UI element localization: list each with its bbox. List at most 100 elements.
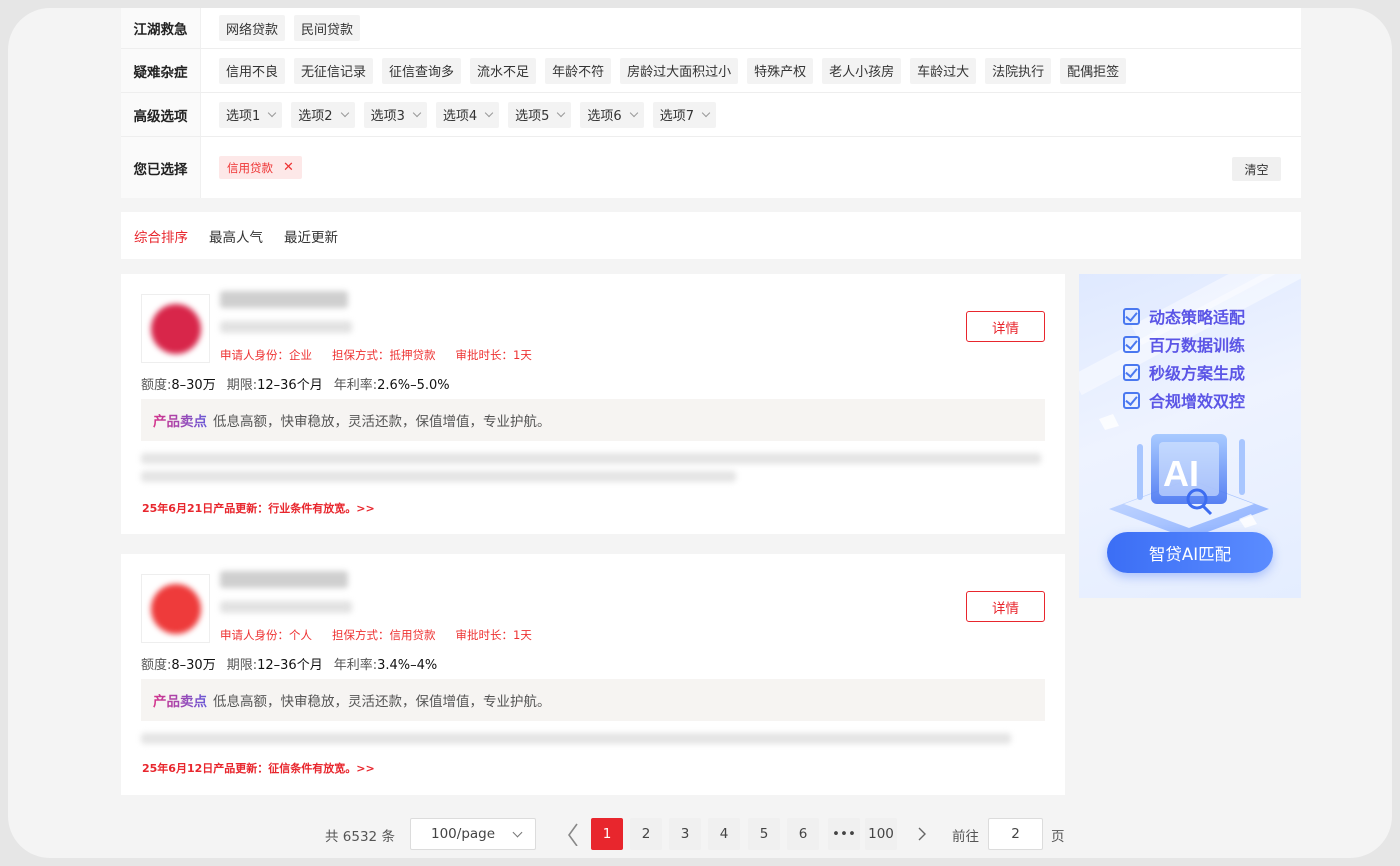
selling-points-text: 低息高额，快审稳放，灵活还款，保值增值，专业护航。	[213, 694, 551, 710]
filter-option[interactable]: 征信查询多	[382, 57, 462, 84]
detail-button[interactable]: 详情	[966, 311, 1045, 342]
term-value: 3.4%–4%	[377, 658, 438, 673]
selling-points-label: 产品卖点	[153, 410, 207, 430]
filter-option[interactable]: 选项1	[219, 101, 283, 128]
filter-options: 网络贷款 民间贷款	[219, 8, 361, 48]
ad-feature-label: 合规增效双控	[1149, 392, 1246, 411]
product-terms: 额度:8–30万 期限:12–36个月 年利率:3.4%–4%	[141, 654, 437, 673]
term-value: 8–30万	[171, 378, 216, 393]
page-button[interactable]: 1	[591, 818, 623, 850]
selected-label: 您已选择	[121, 137, 201, 198]
logo-image	[150, 583, 201, 634]
description-redacted	[141, 453, 1041, 464]
filter-option[interactable]: 民间贷款	[294, 15, 361, 41]
filter-option-label: 车龄过大	[917, 65, 970, 80]
ai-match-button[interactable]: 智贷AI匹配	[1107, 532, 1273, 573]
next-page-button[interactable]	[906, 818, 938, 850]
filter-option[interactable]: 房龄过大面积过小	[620, 57, 739, 84]
filter-option[interactable]: 法院执行	[985, 57, 1052, 84]
filter-row-label: 高级选项	[121, 93, 201, 136]
sort-bar: 综合排序 最高人气 最近更新	[121, 212, 1301, 259]
filter-option[interactable]: 选项4	[435, 101, 500, 128]
sort-option[interactable]: 最高人气	[209, 226, 263, 246]
filter-option-label: 民间贷款	[301, 22, 354, 38]
term-value: 12–36个月	[257, 658, 323, 673]
filter-option[interactable]: 流水不足	[470, 57, 537, 84]
page-button[interactable]: 2	[630, 818, 662, 850]
goto-page-input[interactable]	[988, 818, 1043, 850]
filter-option-label: 特殊产权	[754, 65, 807, 80]
sort-option[interactable]: 综合排序	[134, 226, 188, 246]
ai-match-ad[interactable]: 动态策略适配 百万数据训练 秒级方案生成 合规增效双控 AI 智贷AI匹配	[1079, 274, 1301, 598]
filter-row: 高级选项 选项1 选项2 选项3 选项4 选项5 选项6 选项7	[121, 93, 1301, 137]
filter-option[interactable]: 网络贷款	[219, 15, 286, 41]
term-value: 2.6%–5.0%	[377, 378, 450, 393]
selected-tag-label: 信用贷款	[227, 160, 273, 175]
page-ellipsis[interactable]: •••	[828, 818, 860, 850]
filter-row-label: 江湖救急	[121, 8, 201, 48]
filter-option[interactable]: 选项3	[363, 101, 427, 128]
product-card: 申请人身份：企业 担保方式：抵押贷款 审批时长：1天 额度:8–30万 期限:12–36…	[121, 274, 1065, 534]
filter-options: 信用不良 无征信记录 征信查询多 流水不足 年龄不符 房龄过大面积过小 特殊产权 老人小孩房 车…	[219, 49, 1127, 92]
product-logo	[141, 294, 210, 363]
selling-points-text: 低息高额，快审稳放，灵活还款，保值增值，专业护航。	[213, 414, 551, 430]
filter-option[interactable]: 车龄过大	[910, 57, 977, 84]
chevron-down-icon	[484, 108, 494, 117]
prev-page-button[interactable]	[557, 818, 589, 850]
filter-option-label: 网络贷款	[226, 22, 279, 38]
filter-option[interactable]: 选项7	[652, 101, 716, 128]
selected-tags: 信用贷款 ✕	[219, 137, 302, 198]
product-logo	[141, 574, 210, 643]
checkbox-icon	[1123, 391, 1140, 409]
chevron-down-icon	[412, 108, 422, 117]
product-meta: 申请人身份：企业 担保方式：抵押贷款 审批时长：1天	[220, 347, 532, 363]
close-icon[interactable]: ✕	[283, 160, 294, 175]
page-size-select[interactable]: 100/page	[410, 818, 536, 850]
filter-option[interactable]: 选项2	[291, 101, 355, 128]
filter-option[interactable]: 年龄不符	[545, 57, 612, 84]
description-redacted	[141, 733, 1011, 744]
filter-panel: 江湖救急 网络贷款 民间贷款疑难杂症 信用不良 无征信记录 征信查询多 流水不足 年龄不符 房龄…	[121, 8, 1301, 198]
filter-option[interactable]: 无征信记录	[294, 57, 374, 84]
update-notice[interactable]: 25年6月21日产品更新：行业条件有放宽。>>	[142, 500, 375, 516]
meta-item: 审批时长：1天	[455, 348, 532, 362]
filter-option-label: 选项7	[659, 109, 694, 124]
pagination: 共 6532 条 100/page 123456 •••100 前往 页	[8, 818, 1392, 850]
ad-feature: 百万数据训练	[1123, 332, 1245, 356]
clear-button[interactable]: 清空	[1232, 157, 1281, 181]
selected-tag[interactable]: 信用贷款 ✕	[219, 156, 302, 179]
page-button[interactable]: 5	[748, 818, 780, 850]
sort-option[interactable]: 最近更新	[284, 226, 338, 246]
filter-row-label: 疑难杂症	[121, 49, 201, 92]
page-button[interactable]: 100	[865, 818, 897, 850]
logo-image	[150, 303, 201, 354]
filter-option-label: 选项5	[515, 109, 550, 124]
term-item: 额度:8–30万	[141, 654, 216, 673]
ad-feature-label: 动态策略适配	[1149, 308, 1246, 327]
term-label: 年利率:	[333, 658, 378, 673]
filter-option[interactable]: 配偶拒签	[1060, 57, 1127, 84]
filter-option[interactable]: 选项5	[508, 101, 572, 128]
term-label: 期限:	[226, 378, 258, 393]
meta-item: 申请人身份：企业	[220, 348, 312, 362]
page-button[interactable]: 6	[787, 818, 819, 850]
detail-button[interactable]: 详情	[966, 591, 1045, 622]
page-size-value: 100/page	[431, 826, 496, 842]
update-notice[interactable]: 25年6月12日产品更新：征信条件有放宽。>>	[142, 760, 375, 776]
checkbox-icon	[1123, 335, 1140, 353]
filter-option[interactable]: 选项6	[580, 101, 644, 128]
description-redacted	[141, 471, 736, 482]
term-value: 8–30万	[171, 658, 216, 673]
page-button[interactable]: 3	[669, 818, 701, 850]
term-item: 额度:8–30万	[141, 374, 216, 393]
page-button[interactable]: 4	[708, 818, 740, 850]
filter-option[interactable]: 特殊产权	[747, 57, 814, 84]
filter-option-label: 信用不良	[226, 65, 279, 80]
filter-option[interactable]: 老人小孩房	[822, 57, 902, 84]
filter-option-label: 无征信记录	[301, 65, 367, 80]
filter-option[interactable]: 信用不良	[219, 57, 286, 84]
filter-row: 江湖救急 网络贷款 民间贷款	[121, 8, 1301, 49]
filter-option-label: 选项4	[442, 109, 478, 124]
filter-option-label: 年龄不符	[552, 65, 605, 80]
filter-row: 疑难杂症 信用不良 无征信记录 征信查询多 流水不足 年龄不符 房龄过大面积过小 特殊产权 老人…	[121, 49, 1301, 93]
